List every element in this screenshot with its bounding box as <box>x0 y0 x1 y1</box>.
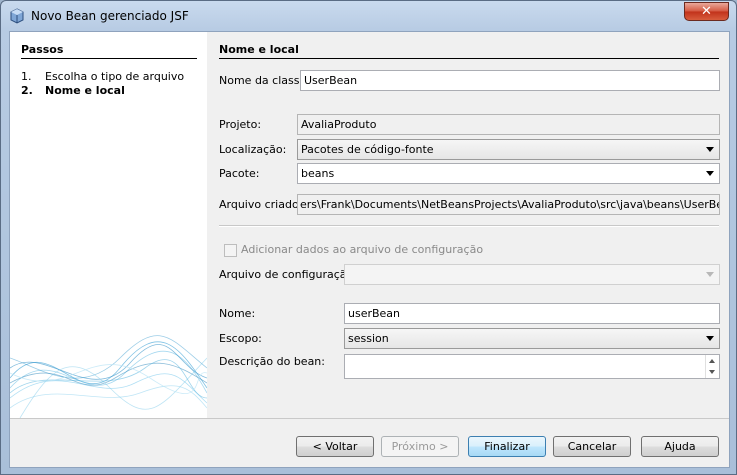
class-name-input[interactable]: UserBean <box>300 70 720 91</box>
close-button[interactable]: ✕ <box>684 2 729 21</box>
name-label: Nome: <box>219 307 256 320</box>
config-file-select[interactable] <box>344 264 720 285</box>
name-input[interactable]: userBean <box>344 303 720 324</box>
help-button[interactable]: Ajuda <box>641 436 719 457</box>
divider <box>219 225 719 227</box>
step-number: 2. <box>21 84 33 97</box>
add-config-checkbox[interactable] <box>224 244 237 257</box>
project-label: Projeto: <box>219 118 262 131</box>
cancel-button[interactable]: Cancelar <box>553 436 631 457</box>
button-bar-divider <box>10 418 729 419</box>
class-name-label: Nome da classe: <box>219 74 310 87</box>
netbeans-cube-icon <box>10 8 24 24</box>
created-file-label: Arquivo criado: <box>219 198 303 211</box>
scope-label: Escopo: <box>219 332 262 345</box>
location-selected-value: Pacotes de código-fonte <box>301 143 434 156</box>
section-title: Nome e local <box>219 43 719 59</box>
package-combobox[interactable]: beans <box>297 163 720 184</box>
chevron-down-icon <box>706 336 714 341</box>
scroll-down-icon[interactable] <box>709 370 715 374</box>
step-item-2: 2. Nome e local <box>21 84 125 97</box>
title-bar[interactable]: Novo Bean gerenciado JSF ✕ <box>1 1 736 31</box>
back-button[interactable]: < Voltar <box>296 436 374 457</box>
step-number: 1. <box>21 70 32 83</box>
step-item-1: 1. Escolha o tipo de arquivo <box>21 70 184 83</box>
dialog-window: Novo Bean gerenciado JSF ✕ Passos 1. Esco… <box>0 0 737 475</box>
package-value: beans <box>301 167 335 180</box>
add-config-label: Adicionar dados ao arquivo de configuraç… <box>241 243 484 256</box>
project-field: AvaliaProduto <box>297 114 720 135</box>
decorative-waves-image <box>10 335 207 418</box>
dialog-client-area: Passos 1. Escolha o tipo de arquivo 2. Nom… <box>9 31 730 468</box>
package-label: Pacote: <box>219 167 260 180</box>
location-select[interactable]: Pacotes de código-fonte <box>297 139 720 160</box>
description-scrollbar[interactable] <box>705 355 719 378</box>
steps-panel: Passos 1. Escolha o tipo de arquivo 2. Nom… <box>10 32 207 418</box>
window-title: Novo Bean gerenciado JSF <box>31 9 189 23</box>
finish-button[interactable]: Finalizar <box>468 436 546 457</box>
location-label: Localização: <box>219 143 287 156</box>
scope-selected-value: session <box>348 332 389 345</box>
chevron-down-icon <box>706 171 714 176</box>
step-label: Nome e local <box>45 84 125 97</box>
steps-title: Passos <box>21 43 197 59</box>
scope-select[interactable]: session <box>344 328 720 349</box>
scroll-up-icon[interactable] <box>709 359 715 363</box>
description-label: Descrição do bean: <box>219 355 325 368</box>
config-file-label: Arquivo de configuração: <box>219 268 357 281</box>
chevron-down-icon <box>706 272 714 277</box>
step-label: Escolha o tipo de arquivo <box>45 70 185 83</box>
close-icon: ✕ <box>701 4 712 19</box>
next-button[interactable]: Próximo > <box>381 436 459 457</box>
chevron-down-icon <box>706 147 714 152</box>
created-file-field: ers\Frank\Documents\NetBeansProjects\Ava… <box>297 194 720 215</box>
description-textarea[interactable] <box>344 354 720 379</box>
